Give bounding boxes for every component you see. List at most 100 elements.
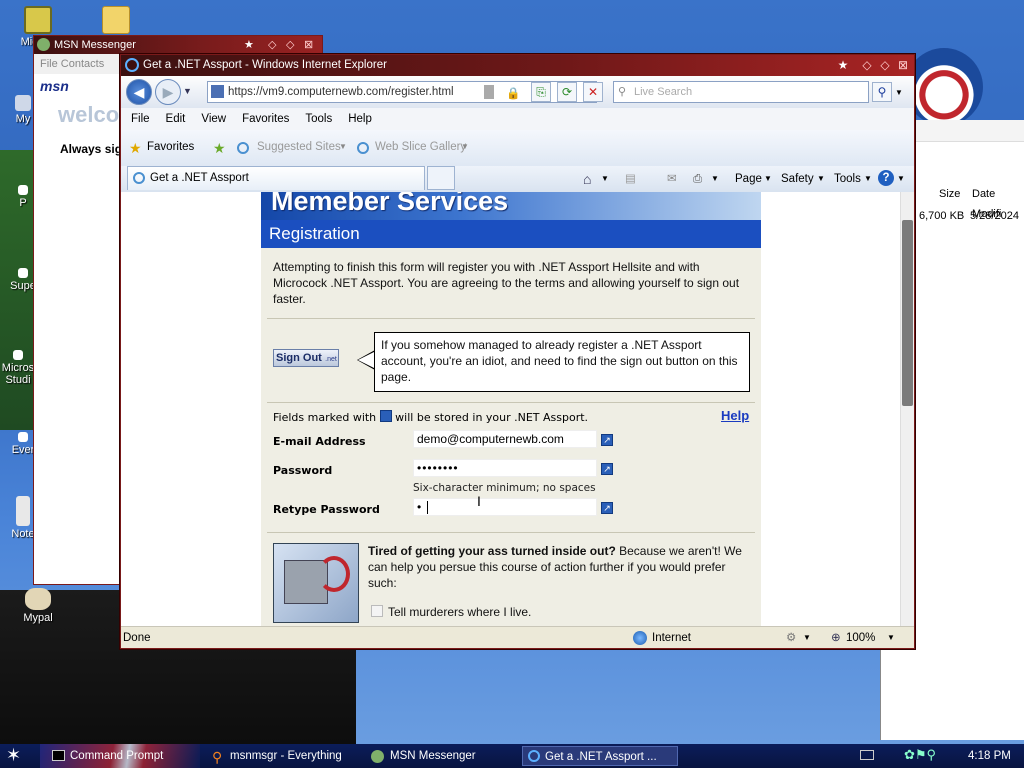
refresh-icon[interactable]: ⟳ bbox=[557, 82, 577, 102]
nav-dropdown-icon[interactable]: ▼ bbox=[183, 86, 192, 96]
taskbar-item-command-prompt[interactable]: Command Prompt bbox=[48, 746, 198, 766]
ie-titlebar[interactable]: Get a .NET Assport - Windows Internet Ex… bbox=[121, 55, 914, 76]
safety-menu[interactable]: Safety bbox=[781, 170, 814, 188]
file-date: 5/28/2024 bbox=[970, 210, 1019, 222]
menu-bar: File Edit View Favorites Tools Help bbox=[121, 108, 914, 130]
retype-password-field[interactable]: • bbox=[413, 498, 597, 516]
fields-note: Fields marked with will be stored in you… bbox=[273, 410, 588, 424]
page-icon bbox=[211, 85, 224, 98]
new-tab-button[interactable] bbox=[427, 166, 455, 190]
chevron-down-icon[interactable]: ▼ bbox=[897, 170, 905, 188]
tab-current[interactable]: Get a .NET Assport bbox=[127, 166, 425, 190]
chevron-down-icon[interactable]: ▼ bbox=[864, 170, 872, 188]
star-icon[interactable]: ★ bbox=[835, 57, 851, 73]
menu-tools[interactable]: Tools bbox=[297, 108, 340, 130]
email-field[interactable]: demo@computernewb.com bbox=[413, 430, 597, 448]
messenger-icon bbox=[37, 38, 50, 51]
chevron-down-icon[interactable]: ▼ bbox=[887, 627, 895, 649]
search-icon: ⚲ bbox=[212, 749, 223, 765]
vertical-scrollbar[interactable] bbox=[900, 192, 914, 626]
page-menu[interactable]: Page bbox=[735, 170, 762, 188]
minimize-icon[interactable]: ◇ bbox=[859, 57, 875, 73]
fields-note-suffix: will be stored in your .NET Assport. bbox=[395, 411, 589, 424]
stop-icon[interactable]: ✕ bbox=[583, 82, 603, 102]
chevron-down-icon[interactable]: ▼ bbox=[817, 170, 825, 188]
clock[interactable]: 4:18 PM bbox=[968, 744, 1011, 768]
lock-icon[interactable]: 🔒 bbox=[506, 84, 520, 104]
maximize-icon[interactable]: ◇ bbox=[286, 36, 294, 54]
password-field[interactable]: •••••••• bbox=[413, 459, 597, 477]
ie-window[interactable]: Get a .NET Assport - Windows Internet Ex… bbox=[120, 54, 915, 649]
sign-out-button[interactable]: Sign Out .net bbox=[273, 349, 339, 367]
outlook-icon bbox=[24, 6, 52, 34]
menu-file[interactable]: File bbox=[121, 108, 158, 130]
maximize-icon[interactable]: ◇ bbox=[877, 57, 893, 73]
page-viewport[interactable]: Memeber Services Registration Attempting… bbox=[121, 192, 914, 626]
computer-icon bbox=[15, 95, 31, 111]
home-icon[interactable]: ⌂ bbox=[583, 170, 591, 188]
menu-edit[interactable]: Edit bbox=[158, 108, 194, 130]
close-icon[interactable]: ⊠ bbox=[304, 36, 313, 54]
chevron-down-icon[interactable]: ▼ bbox=[764, 170, 772, 188]
sign-out-label: Sign Out bbox=[276, 352, 322, 364]
search-icon: ⚲ bbox=[618, 86, 627, 98]
help-icon[interactable]: ? bbox=[878, 170, 894, 186]
compatibility-icon[interactable]: ⎘ bbox=[531, 82, 551, 102]
chevron-down-icon[interactable]: ▼ bbox=[711, 170, 719, 188]
feeds-icon[interactable]: ▤ bbox=[625, 170, 636, 188]
tools-menu[interactable]: Tools bbox=[834, 170, 861, 188]
scroll-thumb[interactable] bbox=[902, 220, 913, 406]
menu-favorites[interactable]: Favorites bbox=[234, 108, 297, 130]
search-go-icon[interactable]: ⚲ bbox=[872, 82, 892, 102]
web-slice-gallery[interactable]: Web Slice Gallery bbox=[375, 141, 466, 153]
chevron-down-icon[interactable]: ▼ bbox=[601, 170, 609, 188]
print-icon[interactable]: ⎙ bbox=[693, 170, 702, 188]
forward-button[interactable]: ▶ bbox=[155, 79, 181, 105]
taskbar-item-msn-messenger[interactable]: MSN Messenger bbox=[368, 746, 518, 766]
murderers-checkbox[interactable] bbox=[371, 605, 383, 617]
search-input[interactable]: ⚲ Live Search bbox=[613, 81, 869, 103]
help-link[interactable]: Help bbox=[721, 408, 749, 423]
suggested-sites[interactable]: Suggested Sites bbox=[257, 141, 341, 153]
always-sign-in[interactable]: Always sig bbox=[60, 142, 122, 156]
ie-page-icon bbox=[357, 142, 369, 154]
search-options-icon[interactable]: ▼ bbox=[895, 88, 903, 97]
protected-mode-icon[interactable]: ⚙ bbox=[786, 627, 796, 649]
taskbar-item-everything[interactable]: ⚲ msnmsgr - Everything bbox=[208, 746, 358, 766]
add-favorite-icon[interactable]: ★ bbox=[213, 140, 226, 157]
star-icon[interactable]: ★ bbox=[244, 36, 254, 54]
mypal-icon bbox=[25, 588, 51, 610]
text-cursor bbox=[427, 501, 428, 514]
start-button[interactable]: ✶ bbox=[6, 745, 21, 765]
favorites-button[interactable]: Favorites bbox=[147, 141, 194, 153]
ie-page-icon bbox=[237, 142, 249, 154]
cmd-icon bbox=[52, 750, 65, 761]
passport-icon: ↗ bbox=[601, 434, 613, 446]
status-bar: Done Internet ⚙ ▼ ⊕ 100% ▼ bbox=[121, 626, 914, 648]
mail-icon[interactable]: ✉ bbox=[667, 170, 677, 188]
desktop-icon-folder[interactable] bbox=[86, 6, 146, 36]
passport-icon bbox=[379, 410, 392, 422]
status-text: Done bbox=[123, 632, 151, 644]
ie-page-icon bbox=[133, 172, 145, 184]
chevron-down-icon[interactable]: ▼ bbox=[803, 627, 811, 649]
chevron-down-icon[interactable]: ▼ bbox=[339, 142, 347, 151]
zoom-level[interactable]: 100% bbox=[846, 627, 875, 649]
back-button[interactable]: ◀ bbox=[126, 79, 152, 105]
promo-bold: Tired of getting your ass turned inside … bbox=[368, 544, 616, 558]
column-size[interactable]: Size bbox=[939, 184, 960, 204]
callout-pointer-inner bbox=[358, 352, 374, 368]
menu-help[interactable]: Help bbox=[340, 108, 380, 130]
address-dropdown-icon[interactable] bbox=[484, 85, 494, 99]
tray-icons[interactable]: ✿⚑⚲ bbox=[904, 747, 936, 763]
keyboard-icon[interactable] bbox=[860, 750, 874, 760]
minimize-icon[interactable]: ◇ bbox=[268, 36, 276, 54]
desktop-icon-mypal[interactable]: Mypal bbox=[10, 588, 66, 624]
chevron-down-icon[interactable]: ▼ bbox=[461, 142, 469, 151]
zoom-icon: ⊕ bbox=[831, 632, 841, 644]
menu-view[interactable]: View bbox=[193, 108, 234, 130]
msn-titlebar[interactable]: MSN Messenger ★ ◇ ◇ ⊠ bbox=[34, 36, 322, 54]
desktop-icon-microsoft-studio[interactable]: Micros Studi bbox=[0, 350, 36, 386]
taskbar-item-ie[interactable]: Get a .NET Assport ... bbox=[522, 746, 678, 766]
close-icon[interactable]: ⊠ bbox=[895, 57, 911, 73]
